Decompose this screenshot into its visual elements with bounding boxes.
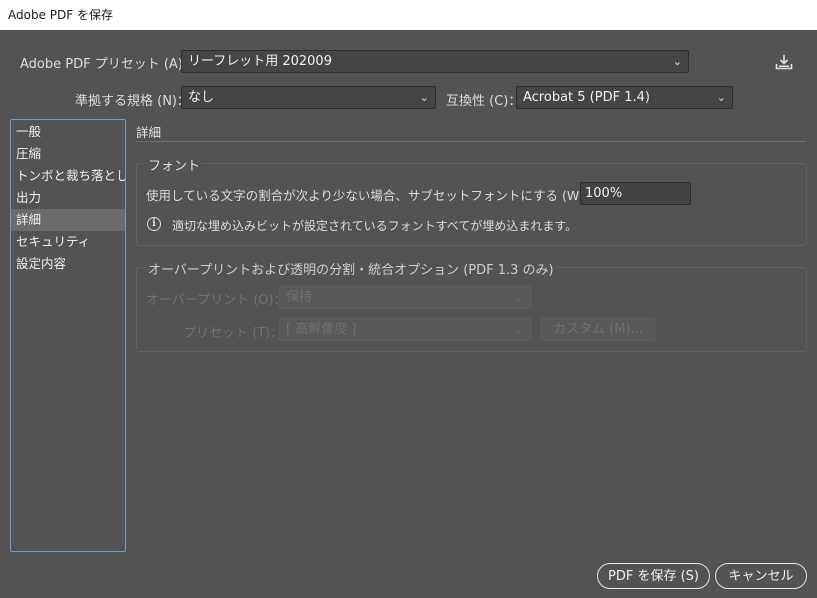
overprint-select[interactable]: 保持 ⌄ — [279, 286, 531, 309]
sidebar-item-general[interactable]: 一般 — [11, 121, 125, 143]
fonts-group-title: フォント — [146, 155, 203, 174]
subset-label: 使用している文字の割合が次より少ない場合、サブセットフォントにする (W)： — [146, 188, 597, 203]
compat-label: 互換性 (C)： — [446, 94, 522, 109]
preset-select[interactable]: リーフレット用 202009 ⌄ — [181, 50, 689, 73]
download-icon[interactable] — [775, 54, 793, 70]
overprint-label: オーバープリント (O)： — [146, 293, 287, 308]
sidebar-item-security[interactable]: セキュリティ — [11, 231, 125, 253]
chevron-down-icon: ⌄ — [419, 91, 429, 104]
flattener-preset-value: [ 高解像度 ] — [286, 322, 357, 337]
compat-value: Acrobat 5 (PDF 1.4) — [523, 90, 650, 105]
sidebar-item-advanced[interactable]: 詳細 — [11, 209, 125, 231]
sidebar-item-output[interactable]: 出力 — [11, 187, 125, 209]
sidebar-item-marks-bleeds[interactable]: トンボと裁ち落とし — [11, 165, 125, 187]
overprint-value: 保持 — [286, 290, 313, 305]
section-divider — [136, 141, 806, 142]
standard-select[interactable]: なし ⌄ — [181, 86, 436, 109]
compat-select[interactable]: Acrobat 5 (PDF 1.4) ⌄ — [516, 86, 733, 109]
preset-label: Adobe PDF プリセット (A)： — [20, 57, 196, 72]
subset-percent-input[interactable]: 100% — [580, 182, 691, 205]
standard-label: 準拠する規格 (N)： — [75, 94, 191, 109]
custom-button[interactable]: カスタム (M)... — [541, 318, 655, 341]
window-title: Adobe PDF を保存 — [0, 0, 817, 30]
info-icon: i — [147, 217, 161, 231]
flattener-preset-select[interactable]: [ 高解像度 ] ⌄ — [279, 318, 531, 341]
sidebar-item-summary[interactable]: 設定内容 — [11, 253, 125, 275]
overprint-group-title: オーバープリントおよび透明の分割・統合オプション (PDF 1.3 のみ) — [146, 259, 556, 278]
flattener-preset-label: プリセット (T)： — [183, 326, 284, 341]
preset-value: リーフレット用 202009 — [188, 54, 332, 69]
section-title: 詳細 — [136, 125, 162, 140]
cancel-button[interactable]: キャンセル — [715, 563, 807, 589]
chevron-down-icon: ⌄ — [716, 91, 726, 104]
standard-value: なし — [188, 90, 215, 105]
category-list[interactable]: 一般 圧縮 トンボと裁ち落とし 出力 詳細 セキュリティ 設定内容 — [10, 119, 126, 552]
sidebar-item-compression[interactable]: 圧縮 — [11, 143, 125, 165]
save-pdf-button[interactable]: PDF を保存 (S) — [597, 563, 710, 589]
chevron-down-icon: ⌄ — [514, 291, 524, 304]
font-info-text: 適切な埋め込みビットが設定されているフォントすべてが埋め込まれます。 — [172, 219, 578, 233]
chevron-down-icon: ⌄ — [514, 323, 524, 336]
chevron-down-icon: ⌄ — [672, 55, 682, 68]
